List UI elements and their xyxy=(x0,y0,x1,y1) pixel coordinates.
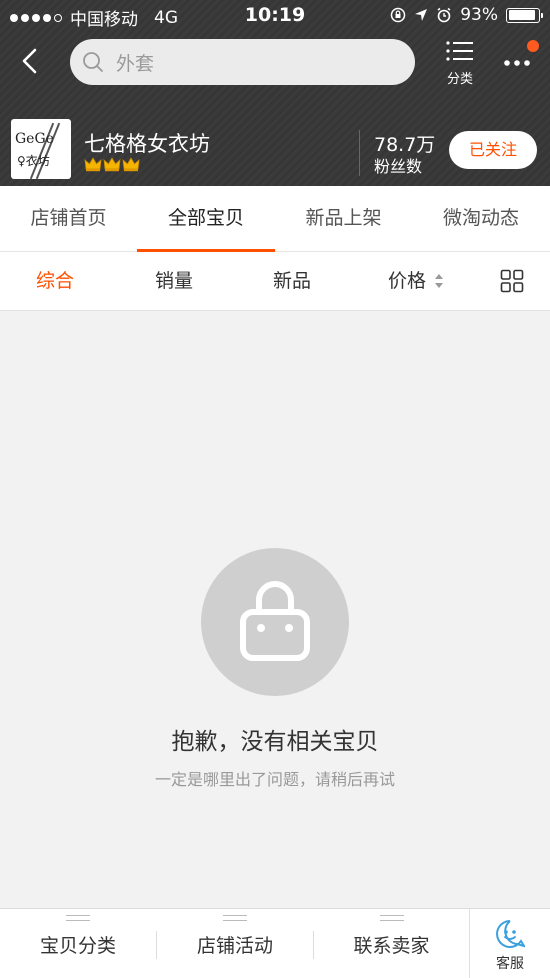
shop-tabs: 店铺首页 全部宝贝 新品上架 微淘动态 xyxy=(0,186,550,252)
search-placeholder: 外套 xyxy=(116,52,155,75)
sort-comprehensive[interactable]: 综合 xyxy=(36,252,74,311)
crown-icon xyxy=(122,157,140,172)
logo-text-line2: ♀衣坊 xyxy=(17,154,50,168)
battery-fill xyxy=(508,10,536,20)
rotation-lock-icon xyxy=(390,7,406,23)
back-button[interactable] xyxy=(14,44,48,78)
list-menu-icon xyxy=(446,41,473,61)
crown-icon xyxy=(84,157,102,172)
logo-text-line1: GeGe xyxy=(15,131,54,147)
empty-state-subtitle: 一定是哪里出了问题，请稍后再试 xyxy=(154,770,395,789)
notification-dot xyxy=(527,40,539,52)
bottom-item-contact-seller[interactable]: 联系卖家 xyxy=(314,909,469,978)
search-input[interactable]: 外套 xyxy=(70,39,415,85)
status-right: 93% xyxy=(390,5,543,25)
sort-newest[interactable]: 新品 xyxy=(273,252,311,311)
sort-sales[interactable]: 销量 xyxy=(155,252,193,311)
customer-service-label: 客服 xyxy=(496,956,524,972)
status-bar: 中国移动 4G 10:19 93% xyxy=(0,0,550,32)
back-arrow-icon xyxy=(22,48,37,74)
category-button[interactable]: 分类 xyxy=(438,40,482,87)
empty-state-illustration xyxy=(201,548,349,696)
tab-shop-home[interactable]: 店铺首页 xyxy=(0,186,137,252)
bottom-item-shop-events[interactable]: 店铺活动 xyxy=(157,909,313,978)
fans-label: 粉丝数 xyxy=(374,157,423,176)
shopping-bag-icon xyxy=(240,581,310,661)
shop-logo[interactable]: GeGe ♀衣坊 xyxy=(11,119,71,179)
tab-weitao-feed[interactable]: 微淘动态 xyxy=(412,186,550,252)
menu-handle-icon xyxy=(379,915,404,921)
search-icon xyxy=(83,52,103,72)
divider xyxy=(359,130,360,176)
bottom-item-label: 宝贝分类 xyxy=(39,935,116,957)
sort-price-arrows-icon xyxy=(435,274,443,288)
sort-bar: 综合 销量 新品 价格 xyxy=(0,252,550,311)
sort-price[interactable]: 价格 xyxy=(388,252,426,311)
customer-service-button[interactable]: 客服 xyxy=(470,909,550,978)
tab-all-items[interactable]: 全部宝贝 xyxy=(137,186,275,252)
customer-service-icon xyxy=(496,920,525,948)
menu-handle-icon xyxy=(66,915,90,921)
location-arrow-icon xyxy=(415,9,428,21)
shop-rating-crowns xyxy=(84,156,140,172)
bottom-item-item-categories[interactable]: 宝贝分类 xyxy=(0,909,156,978)
tab-new-arrivals[interactable]: 新品上架 xyxy=(275,186,412,252)
menu-handle-icon xyxy=(223,915,247,921)
alarm-icon xyxy=(437,7,451,23)
shop-name[interactable]: 七格格女衣坊 xyxy=(84,128,210,158)
empty-state-title: 抱歉，没有相关宝贝 xyxy=(171,729,379,755)
bottom-item-label: 店铺活动 xyxy=(196,935,273,957)
grid-view-icon[interactable] xyxy=(500,269,524,293)
battery-icon xyxy=(506,7,543,23)
battery-percent: 93% xyxy=(460,5,498,25)
crown-icon xyxy=(103,157,121,172)
bottom-bar: 宝贝分类 店铺活动 联系卖家 客服 xyxy=(0,908,550,978)
category-label: 分类 xyxy=(446,72,473,87)
follow-button[interactable]: 已关注 xyxy=(449,131,537,169)
bottom-item-label: 联系卖家 xyxy=(353,935,430,957)
